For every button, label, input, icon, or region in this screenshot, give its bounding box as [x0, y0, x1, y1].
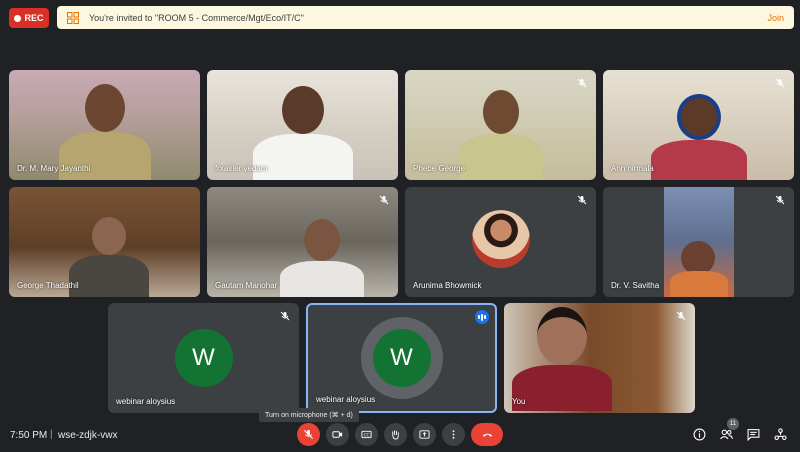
mic-off-icon: [674, 309, 688, 323]
end-call-icon: [482, 433, 492, 437]
hand-icon: [392, 430, 399, 440]
more-vert-icon: [452, 430, 455, 439]
participant-video: [458, 90, 543, 180]
participant-video: [664, 187, 734, 297]
recording-indicator: REC: [9, 8, 49, 28]
present-screen-button[interactable]: [413, 423, 436, 446]
join-button[interactable]: Join: [767, 13, 784, 23]
mic-off-icon: [377, 193, 391, 207]
record-dot-icon: [14, 14, 22, 22]
info-icon: [693, 428, 705, 440]
camera-icon: [332, 431, 343, 438]
participant-tile[interactable]: George Thadathil: [9, 187, 200, 297]
participant-name: Ann nirmala: [611, 164, 654, 173]
microphone-tooltip: Turn on microphone (⌘ + d): [259, 408, 359, 422]
participant-tile[interactable]: W webinar aloysius: [108, 303, 299, 413]
participant-tile[interactable]: Ann nirmala: [603, 70, 794, 180]
participant-name: Arunima Bhowmick: [413, 281, 482, 290]
participant-name: frxavier vedam: [215, 164, 268, 173]
participant-tile-active-speaker[interactable]: W webinar aloysius: [306, 303, 497, 413]
mic-off-icon: [575, 193, 589, 207]
meeting-code: wse-zdjk-vwx: [58, 430, 118, 441]
participant-name: George Thadathil: [17, 281, 79, 290]
participant-video: [650, 94, 747, 180]
captions-icon: CC: [361, 430, 372, 439]
avatar: W: [174, 329, 233, 387]
participant-video: [252, 86, 353, 180]
participants-count-badge: 11: [727, 418, 739, 430]
participant-tile-self[interactable]: You: [504, 303, 695, 413]
participant-video: [280, 219, 364, 297]
mic-off-icon: [303, 429, 314, 440]
speaking-indicator-icon: [475, 310, 489, 324]
avatar: W: [372, 329, 431, 387]
participant-tile[interactable]: Dr. M. Mary Jayanthi: [9, 70, 200, 180]
participant-name: webinar aloysius: [116, 397, 176, 406]
participant-name: Phebe George: [413, 164, 466, 173]
participant-video: [512, 307, 612, 411]
divider: |: [50, 429, 53, 440]
activities-button[interactable]: [772, 426, 788, 442]
present-icon: [419, 430, 430, 439]
breakout-invite-banner: You're invited to "ROOM 5 - Commerce/Mgt…: [57, 6, 794, 29]
participant-tile[interactable]: Gautam Manohar: [207, 187, 398, 297]
chat-button[interactable]: [745, 426, 761, 442]
mic-off-icon: [278, 309, 292, 323]
raise-hand-button[interactable]: [384, 423, 407, 446]
mic-off-icon: [773, 193, 787, 207]
mic-off-icon: [773, 76, 787, 90]
leave-call-button[interactable]: [471, 423, 503, 446]
microphone-toggle-button[interactable]: [297, 423, 320, 446]
profile-photo: [471, 210, 530, 269]
participant-tile[interactable]: frxavier vedam: [207, 70, 398, 180]
participant-name: You: [512, 397, 526, 406]
participant-name: webinar aloysius: [316, 395, 376, 404]
participant-name: Gautam Manohar: [215, 281, 278, 290]
chat-icon: [747, 428, 759, 441]
captions-button[interactable]: CC: [355, 423, 378, 446]
meeting-details-button[interactable]: [691, 426, 707, 442]
activities-icon: [773, 427, 787, 440]
more-options-button[interactable]: [442, 423, 465, 446]
participant-tile[interactable]: Phebe George: [405, 70, 596, 180]
participant-tile[interactable]: Dr. V. Savitha: [603, 187, 794, 297]
participant-tile[interactable]: Arunima Bhowmick: [405, 187, 596, 297]
mic-off-icon: [575, 76, 589, 90]
participant-name: Dr. V. Savitha: [611, 281, 660, 290]
clock: 7:50 PM: [10, 430, 48, 441]
svg-text:CC: CC: [364, 432, 370, 437]
participant-name: Dr. M. Mary Jayanthi: [17, 164, 91, 173]
camera-toggle-button[interactable]: [326, 423, 349, 446]
breakout-room-icon: [67, 11, 79, 24]
recording-label: REC: [24, 13, 44, 23]
invite-text: You're invited to "ROOM 5 - Commerce/Mgt…: [89, 12, 304, 23]
participant-video: [69, 217, 149, 297]
